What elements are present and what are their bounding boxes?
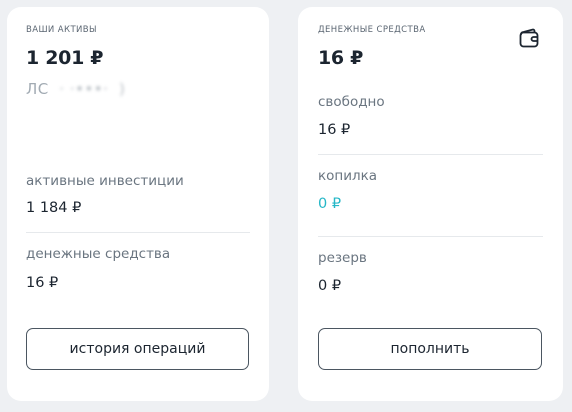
free-label: свободно [318,94,385,110]
piggy-value: 0 ₽ [318,196,342,212]
divider [318,236,543,237]
assets-card: ВАШИ АКТИВЫ 1 201 ₽ ЛС · ·•••· ) активны… [7,7,269,401]
cash-card: ДЕНЕЖНЫЕ СРЕДСТВА 16 ₽ свободно 16 ₽ коп… [298,7,563,401]
account-number: ЛС · ·•••· ) [26,80,125,98]
reserve-label: резерв [318,250,367,266]
wallet-icon[interactable] [517,26,541,50]
cash-label: денежные средства [26,246,171,262]
piggy-label: копилка [318,168,378,184]
cash-total: 16 ₽ [318,47,364,69]
divider [318,154,543,155]
active-investments-label: активные инвестиции [26,173,184,189]
account-masked-digits: · ·•••· ) [48,80,126,98]
free-value: 16 ₽ [318,122,351,138]
history-button[interactable]: история операций [26,328,249,370]
reserve-value: 0 ₽ [318,278,342,294]
assets-caption: ВАШИ АКТИВЫ [26,25,97,35]
cash-value: 16 ₽ [26,275,59,291]
account-prefix: ЛС [26,80,49,98]
cash-caption: ДЕНЕЖНЫЕ СРЕДСТВА [318,25,426,35]
top-up-button[interactable]: пополнить [318,328,542,370]
assets-total: 1 201 ₽ [26,47,104,69]
divider [26,232,250,233]
active-investments-value: 1 184 ₽ [26,200,82,216]
